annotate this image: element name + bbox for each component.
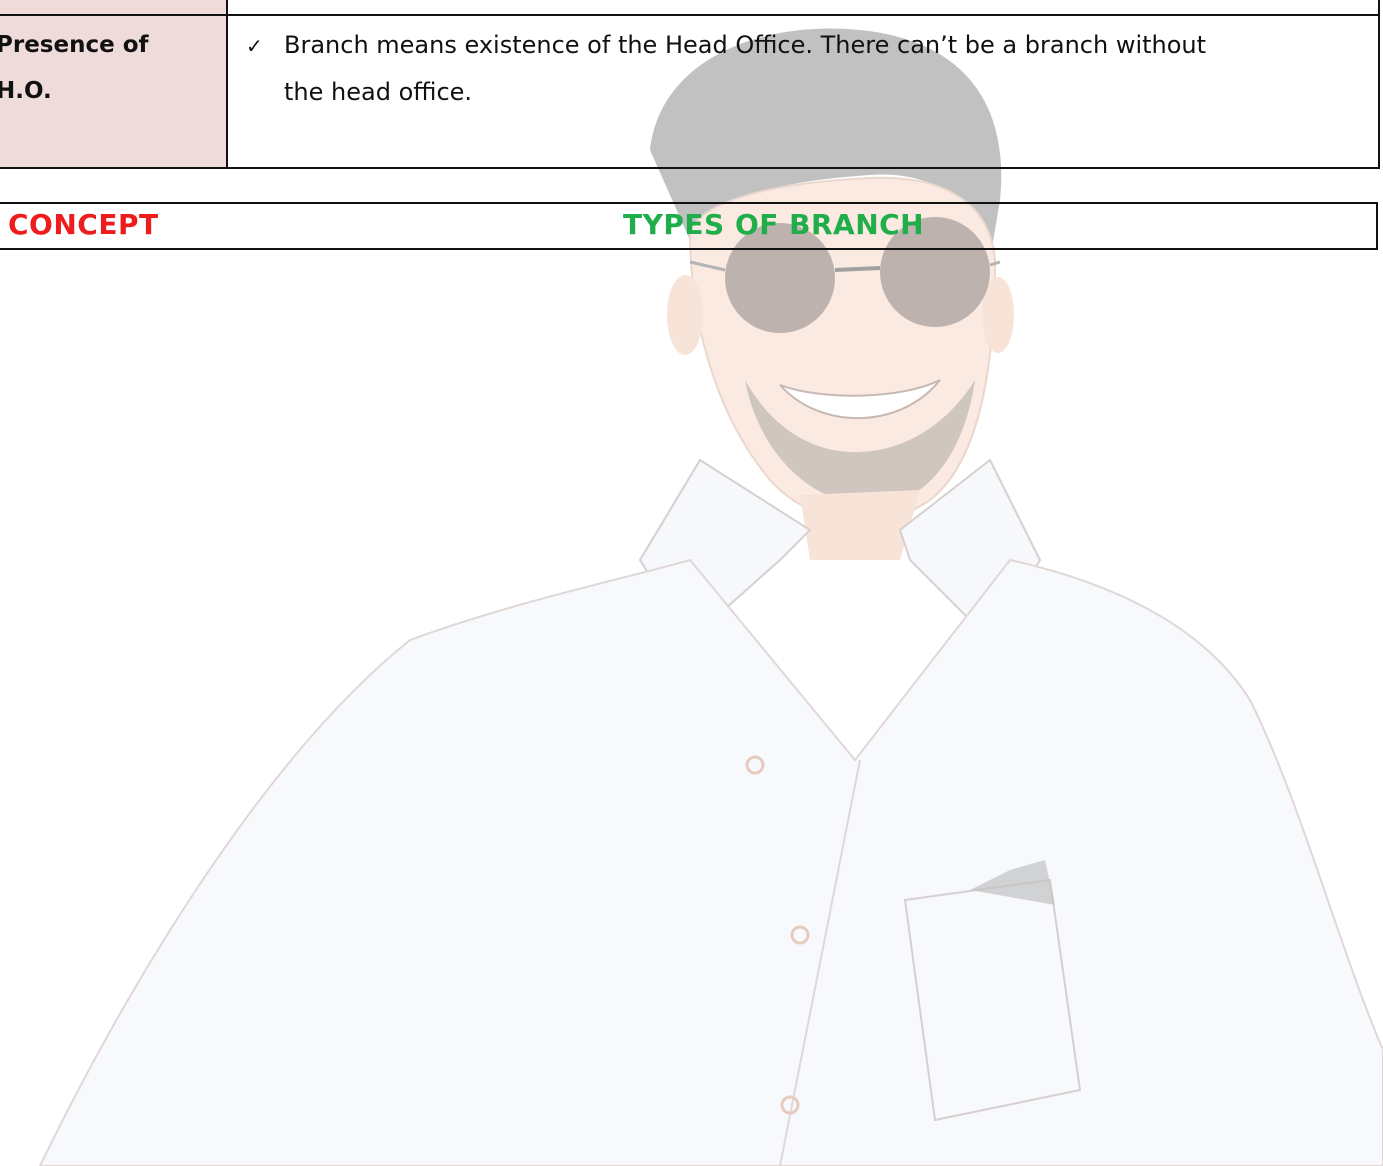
check-icon: ✓: [246, 34, 263, 58]
row-text-line: Branch means existence of the Head Offic…: [284, 31, 1207, 59]
concept-title: TYPES OF BRANCH: [623, 208, 925, 241]
concept-bar: CONCEPT TYPES OF BRANCH: [0, 202, 1378, 250]
concept-label: CONCEPT: [8, 208, 159, 241]
table-row-partial: [0, 0, 1380, 16]
row-text-line: the head office.: [284, 78, 473, 106]
table-body-cell: ✓ Branch means existence of the Head Offi…: [226, 14, 1380, 169]
row-heading-line: Presence of: [0, 32, 149, 58]
table-row: Presence of H.O. ✓ Branch means existence…: [0, 14, 1380, 169]
comparison-table: Presence of H.O. ✓ Branch means existence…: [0, 0, 1380, 169]
table-heading-cell: Presence of H.O.: [0, 14, 228, 169]
table-body-cell: [226, 0, 1380, 16]
row-heading-line: H.O.: [0, 78, 52, 104]
table-heading-cell: [0, 0, 228, 16]
portrait-watermark-icon: [38, 28, 1383, 1166]
